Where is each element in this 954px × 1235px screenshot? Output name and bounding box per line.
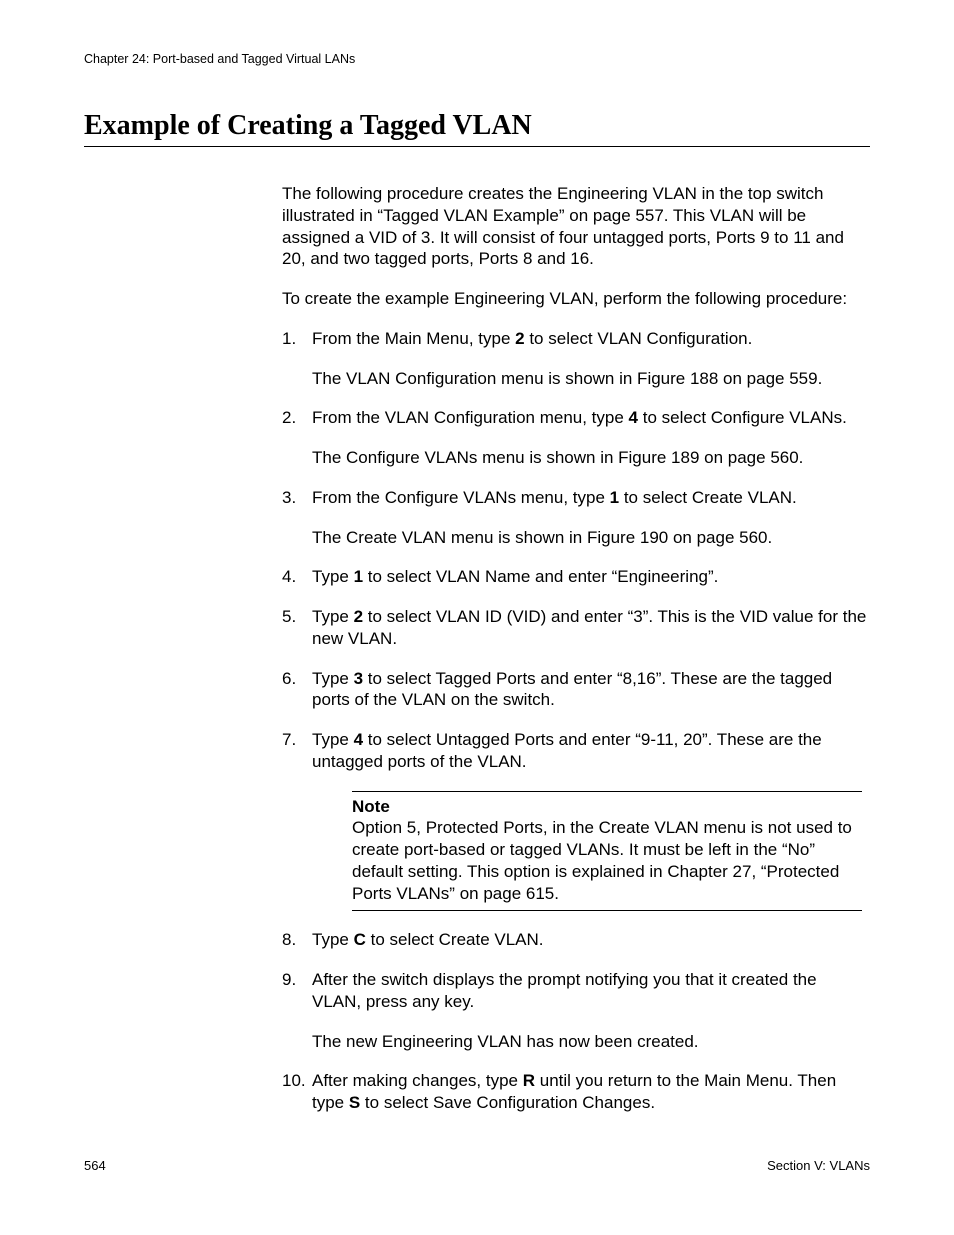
note-body: Option 5, Protected Ports, in the Create… xyxy=(352,818,852,902)
intro-paragraph-2: To create the example Engineering VLAN, … xyxy=(282,288,870,310)
step-key: 1 xyxy=(610,488,619,507)
step-text: Type xyxy=(312,930,354,949)
step-text: Type xyxy=(312,607,354,626)
step-key: 2 xyxy=(515,329,524,348)
step-6: Type 3 to select Tagged Ports and enter … xyxy=(282,668,870,712)
step-key: 4 xyxy=(354,730,363,749)
step-key: C xyxy=(354,930,366,949)
step-9: After the switch displays the prompt not… xyxy=(282,969,870,1052)
body-column: The following procedure creates the Engi… xyxy=(282,183,870,1114)
step-text: to select Create VLAN. xyxy=(619,488,797,507)
running-header: Chapter 24: Port-based and Tagged Virtua… xyxy=(84,52,870,66)
step-text: Type xyxy=(312,730,354,749)
step-1: From the Main Menu, type 2 to select VLA… xyxy=(282,328,870,390)
step-text: to select VLAN ID (VID) and enter “3”. T… xyxy=(312,607,866,648)
page: Chapter 24: Port-based and Tagged Virtua… xyxy=(0,0,954,1235)
step-3: From the Configure VLANs menu, type 1 to… xyxy=(282,487,870,549)
step-key: 1 xyxy=(354,567,363,586)
step-4: Type 1 to select VLAN Name and enter “En… xyxy=(282,566,870,588)
step-text: From the Main Menu, type xyxy=(312,329,515,348)
intro-paragraph-1: The following procedure creates the Engi… xyxy=(282,183,870,270)
step-text: After making changes, type xyxy=(312,1071,523,1090)
step-text: From the Configure VLANs menu, type xyxy=(312,488,610,507)
step-8: Type C to select Create VLAN. xyxy=(282,929,870,951)
step-text: to select VLAN Name and enter “Engineeri… xyxy=(363,567,718,586)
step-key: S xyxy=(349,1093,360,1112)
procedure-list: From the Main Menu, type 2 to select VLA… xyxy=(282,328,870,1114)
step-text: to select Create VLAN. xyxy=(366,930,544,949)
step-key: 2 xyxy=(354,607,363,626)
step-7: Type 4 to select Untagged Ports and ente… xyxy=(282,729,870,911)
step-text: to select Untagged Ports and enter “9-11… xyxy=(312,730,822,771)
step-subtext: The Create VLAN menu is shown in Figure … xyxy=(312,527,870,549)
page-title: Example of Creating a Tagged VLAN xyxy=(84,110,870,147)
step-text: to select Configure VLANs. xyxy=(638,408,847,427)
page-footer: 564 Section V: VLANs xyxy=(84,1158,870,1173)
step-subtext: The Configure VLANs menu is shown in Fig… xyxy=(312,447,870,469)
step-5: Type 2 to select VLAN ID (VID) and enter… xyxy=(282,606,870,650)
step-2: From the VLAN Configuration menu, type 4… xyxy=(282,407,870,469)
step-text: Type xyxy=(312,669,354,688)
step-key: 3 xyxy=(354,669,363,688)
section-label: Section V: VLANs xyxy=(767,1158,870,1173)
note-label: Note xyxy=(352,796,862,818)
step-text: After the switch displays the prompt not… xyxy=(312,970,817,1011)
note-box: Note Option 5, Protected Ports, in the C… xyxy=(352,791,862,912)
step-text: to select VLAN Configuration. xyxy=(525,329,753,348)
step-10: After making changes, type R until you r… xyxy=(282,1070,870,1114)
step-subtext: The new Engineering VLAN has now been cr… xyxy=(312,1031,870,1053)
step-key: 4 xyxy=(629,408,638,427)
page-number: 564 xyxy=(84,1158,106,1173)
step-key: R xyxy=(523,1071,535,1090)
step-text: to select Save Configuration Changes. xyxy=(360,1093,655,1112)
step-text: Type xyxy=(312,567,354,586)
step-text: From the VLAN Configuration menu, type xyxy=(312,408,629,427)
step-subtext: The VLAN Configuration menu is shown in … xyxy=(312,368,870,390)
step-text: to select Tagged Ports and enter “8,16”.… xyxy=(312,669,832,710)
